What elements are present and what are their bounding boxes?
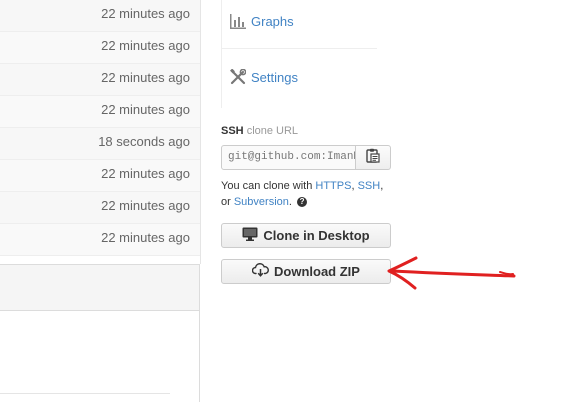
clone-protocol: SSH (221, 125, 244, 137)
download-zip-button[interactable]: Download ZIP (221, 259, 391, 284)
file-age: 22 minutes ago (101, 166, 190, 181)
clone-url-title: SSH clone URL (221, 125, 298, 137)
file-row[interactable]: 18 seconds ago (0, 128, 200, 160)
graph-icon (230, 14, 246, 29)
file-age: 22 minutes ago (101, 38, 190, 53)
file-row[interactable]: 22 minutes ago (0, 32, 200, 64)
subversion-link[interactable]: Subversion (234, 196, 289, 208)
help-period: . (288, 196, 292, 208)
file-row[interactable]: 22 minutes ago (0, 160, 200, 192)
https-link[interactable]: HTTPS (315, 180, 351, 192)
nav-border (221, 0, 222, 108)
file-age: 22 minutes ago (101, 102, 190, 117)
clipboard-icon (366, 148, 380, 168)
file-age: 22 minutes ago (101, 6, 190, 21)
nav-item-label: Settings (251, 69, 298, 85)
file-age: 22 minutes ago (101, 70, 190, 85)
readme-body (0, 311, 200, 402)
file-list: 22 minutes ago 22 minutes ago 22 minutes… (0, 0, 201, 264)
cloud-download-icon (251, 263, 269, 280)
annotation-arrow (387, 256, 516, 290)
readme-divider (0, 393, 170, 394)
desktop-icon (242, 227, 258, 244)
clone-url-input[interactable]: git@github.com:ImanM (221, 145, 356, 170)
file-age: 18 seconds ago (98, 134, 190, 149)
clone-help-text: You can clone with HTTPS, SSH, or Subver… (221, 178, 396, 210)
tools-icon (230, 69, 246, 85)
button-label: Download ZIP (274, 264, 360, 279)
button-label: Clone in Desktop (263, 228, 370, 243)
help-or: or (221, 196, 231, 208)
help-sep: , (351, 180, 355, 192)
file-row[interactable]: 22 minutes ago (0, 192, 200, 224)
help-sep: , (380, 180, 384, 192)
nav-item-label: Graphs (251, 14, 294, 29)
nav-divider (222, 48, 377, 49)
file-age: 22 minutes ago (101, 230, 190, 245)
clone-title-suffix: clone URL (246, 125, 299, 137)
file-age: 22 minutes ago (101, 198, 190, 213)
readme-header (0, 264, 200, 311)
file-row[interactable]: 22 minutes ago (0, 0, 200, 32)
file-row[interactable]: 22 minutes ago (0, 96, 200, 128)
file-row[interactable]: 22 minutes ago (0, 64, 200, 96)
ssh-link[interactable]: SSH (358, 180, 381, 192)
question-icon[interactable]: ? (297, 197, 308, 208)
file-row[interactable]: 22 minutes ago (0, 224, 200, 256)
help-prefix: You can clone with (221, 180, 313, 192)
nav-item-settings[interactable]: Settings (230, 69, 298, 85)
nav-item-graphs[interactable]: Graphs (230, 14, 294, 29)
clone-in-desktop-button[interactable]: Clone in Desktop (221, 223, 391, 248)
copy-url-button[interactable] (355, 145, 391, 170)
